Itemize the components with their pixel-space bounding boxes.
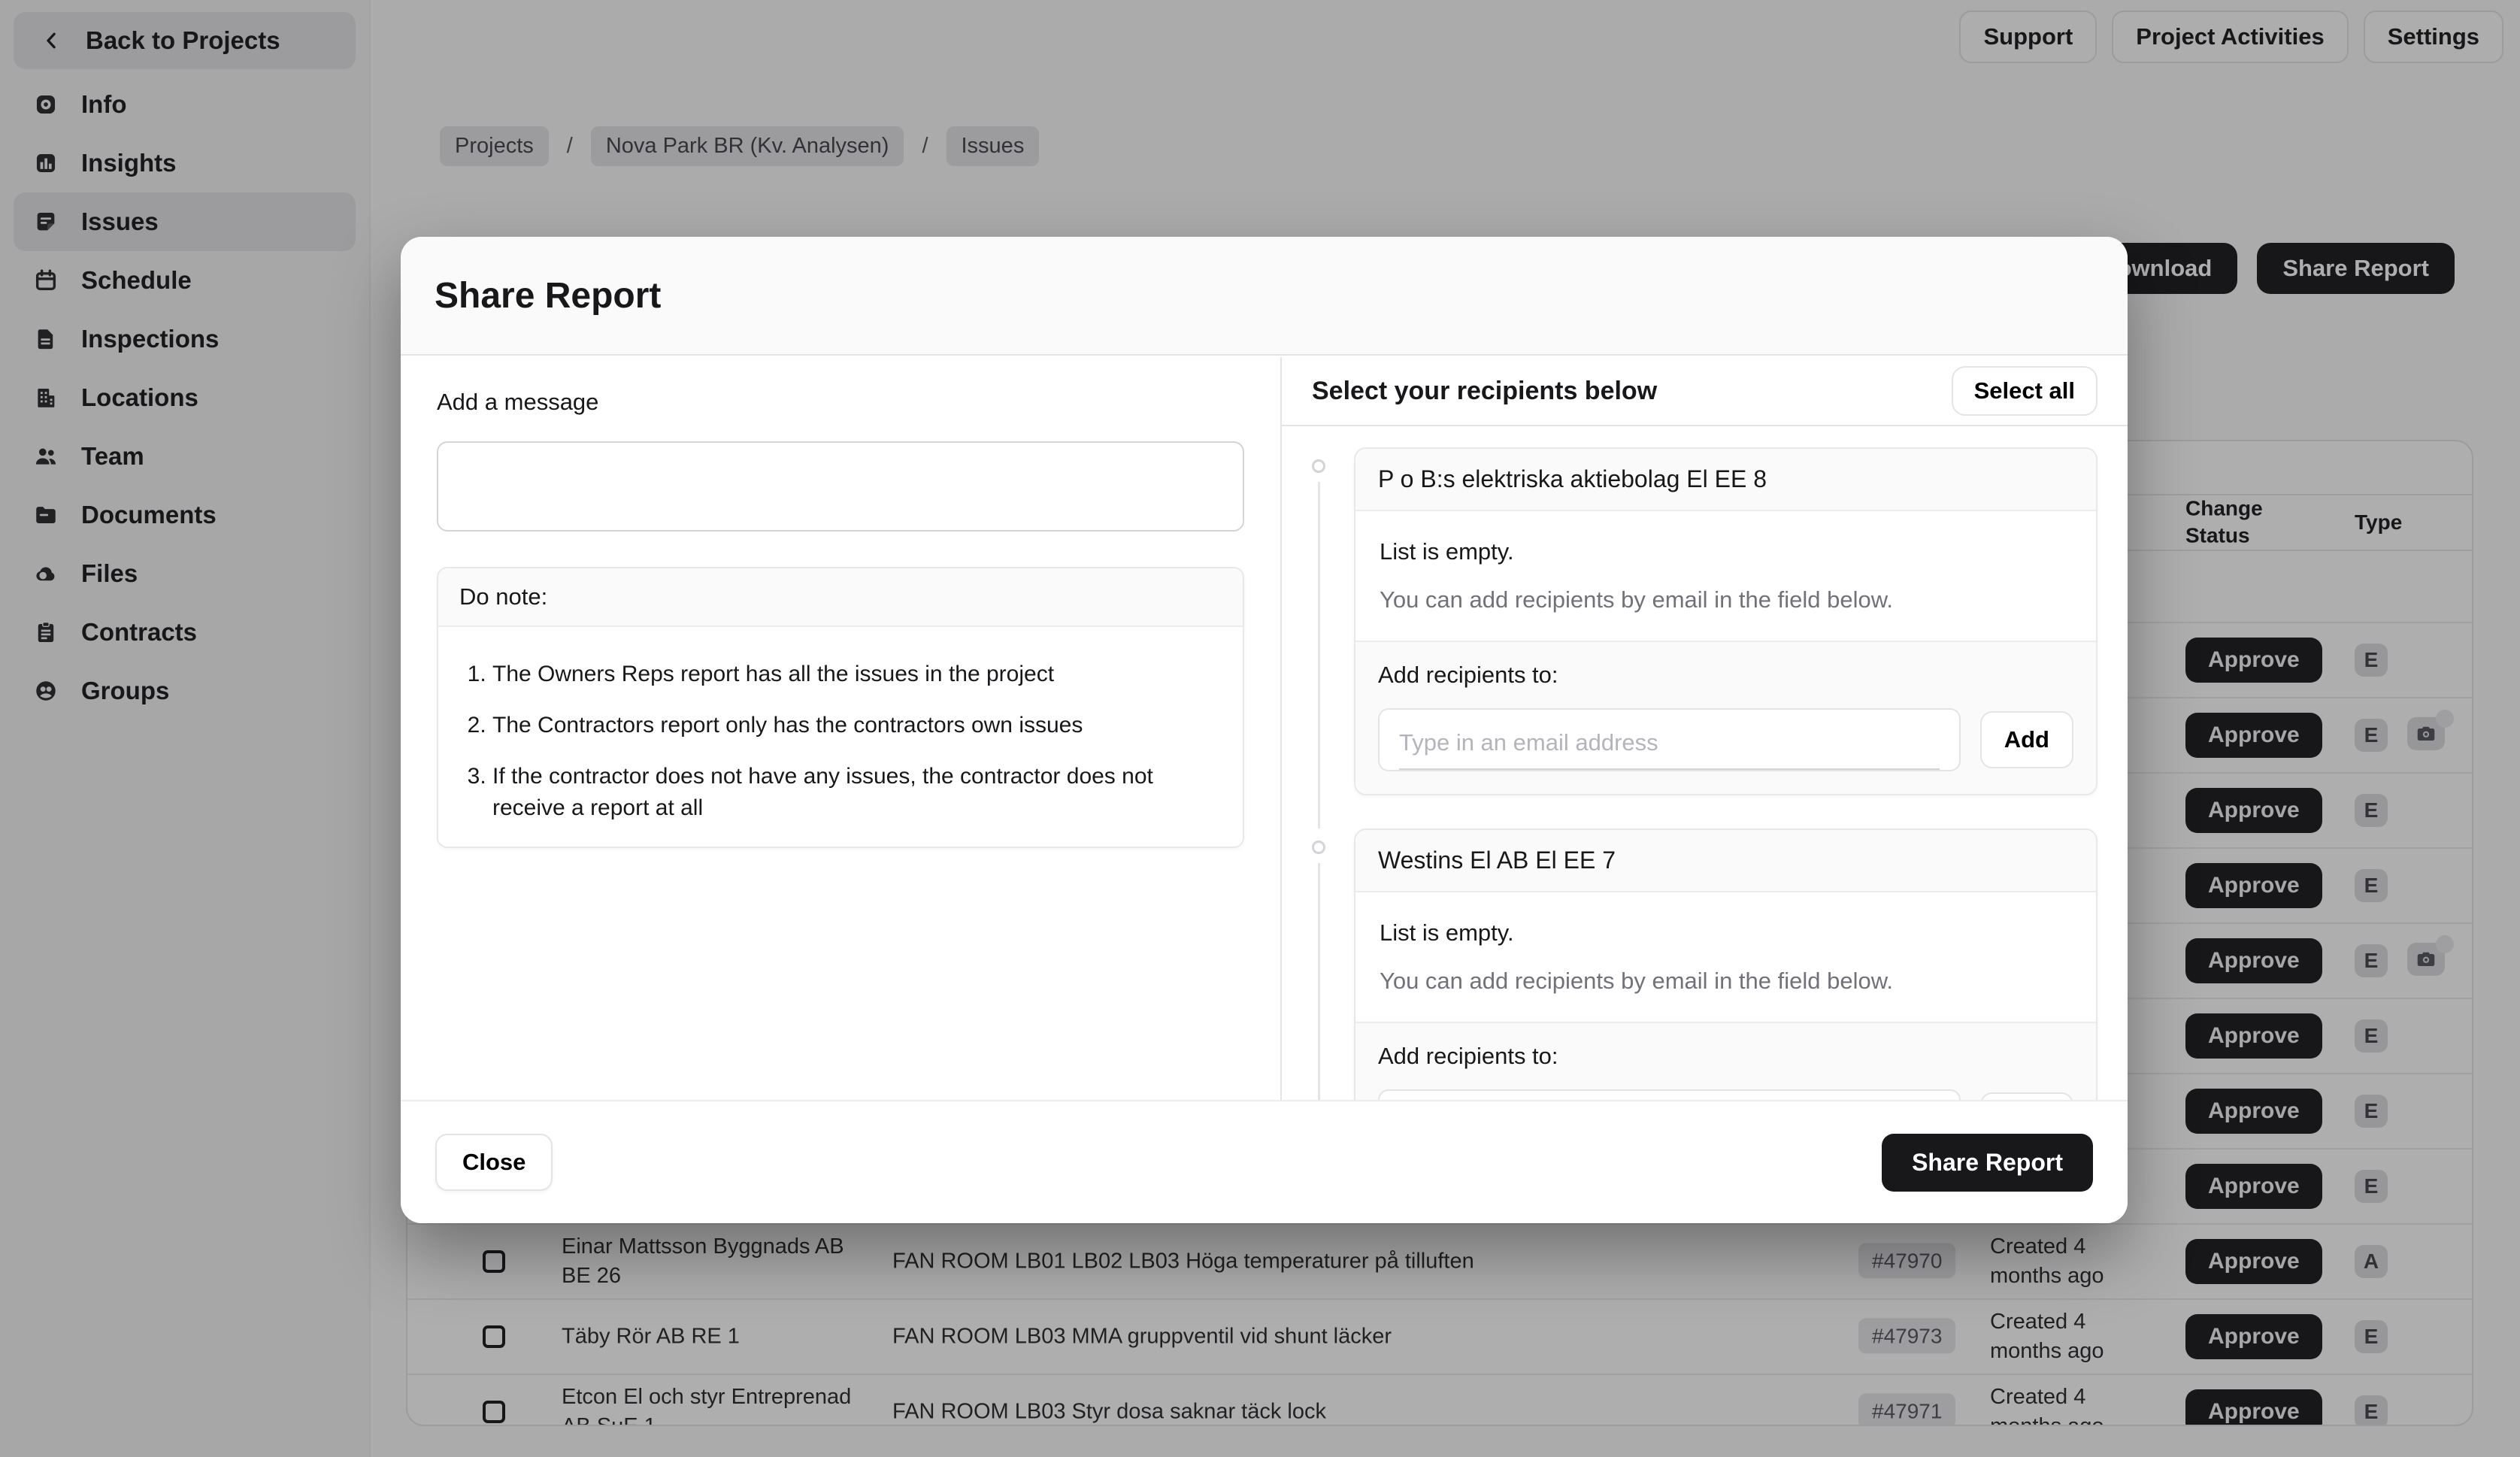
email-input[interactable]	[1399, 714, 1940, 770]
add-message-label: Add a message	[437, 389, 1244, 416]
recipients-header: Select your recipients below Select all	[1282, 357, 2128, 426]
modal-footer: Close Share Report	[401, 1100, 2128, 1223]
empty-list-help: You can add recipients by email in the f…	[1380, 968, 2072, 995]
note-title: Do note:	[438, 568, 1243, 627]
add-recipients-label: Add recipients to:	[1378, 1043, 2073, 1070]
share-report-modal: Share Report Add a message Do note: The …	[401, 237, 2128, 1223]
note-body: The Owners Reps report has all the issue…	[438, 627, 1243, 847]
group-select-radio[interactable]	[1312, 841, 1325, 854]
note-item: If the contractor does not have any issu…	[492, 761, 1220, 824]
recipient-group-gutter	[1301, 828, 1336, 1100]
recipient-group: Westins El AB El EE 7 List is empty. You c…	[1301, 828, 2097, 1100]
recipient-group-card: P o B:s elektriska aktiebolag El EE 8Lis…	[1354, 447, 2097, 795]
add-recipients-section: Add recipients to: Add	[1355, 641, 2096, 794]
note-card: Do note: The Owners Reps report has all …	[437, 567, 1244, 848]
recipient-group-card: Westins El AB El EE 7 List is empty. You c…	[1354, 828, 2097, 1100]
recipient-group-name: Westins El AB El EE 7	[1355, 830, 2096, 892]
recipient-group-gutter	[1301, 447, 1336, 795]
recipients-pane: Select your recipients below Select all …	[1282, 357, 2128, 1100]
group-connector-line	[1318, 482, 1320, 828]
recipient-group-body: List is empty. You can add recipients by …	[1355, 511, 2096, 641]
note-item: The Owners Reps report has all the issue…	[492, 659, 1220, 690]
email-input-box	[1378, 1089, 1961, 1100]
group-connector-line	[1318, 863, 1320, 1100]
recipient-group-name: P o B:s elektriska aktiebolag El EE 8	[1355, 449, 2096, 511]
close-button[interactable]: Close	[435, 1134, 553, 1191]
recipient-group-body: List is empty. You can add recipients by …	[1355, 892, 2096, 1022]
modal-body: Add a message Do note: The Owners Reps r…	[401, 357, 2128, 1100]
modal-share-report-button[interactable]: Share Report	[1882, 1134, 2093, 1192]
modal-title: Share Report	[435, 275, 661, 317]
group-select-radio[interactable]	[1312, 459, 1325, 473]
add-recipients-section: Add recipients to: Add	[1355, 1022, 2096, 1100]
recipients-list: P o B:s elektriska aktiebolag El EE 8Lis…	[1282, 428, 2128, 1100]
empty-list-title: List is empty.	[1380, 538, 2072, 565]
message-input[interactable]	[437, 441, 1244, 532]
add-recipient-button[interactable]: Add	[1980, 711, 2073, 768]
recipients-heading: Select your recipients below	[1312, 377, 1657, 406]
recipient-group: P o B:s elektriska aktiebolag El EE 8Lis…	[1301, 447, 2097, 795]
message-pane: Add a message Do note: The Owners Reps r…	[401, 357, 1282, 1100]
add-recipient-button[interactable]: Add	[1980, 1092, 2073, 1100]
empty-list-help: You can add recipients by email in the f…	[1380, 586, 2072, 613]
note-item: The Contractors report only has the cont…	[492, 710, 1220, 741]
email-input-box	[1378, 708, 1961, 771]
add-recipients-label: Add recipients to:	[1378, 662, 2073, 689]
note-list: The Owners Reps report has all the issue…	[461, 659, 1220, 824]
modal-header: Share Report	[401, 237, 2128, 356]
empty-list-title: List is empty.	[1380, 919, 2072, 947]
select-all-button[interactable]: Select all	[1952, 366, 2097, 416]
